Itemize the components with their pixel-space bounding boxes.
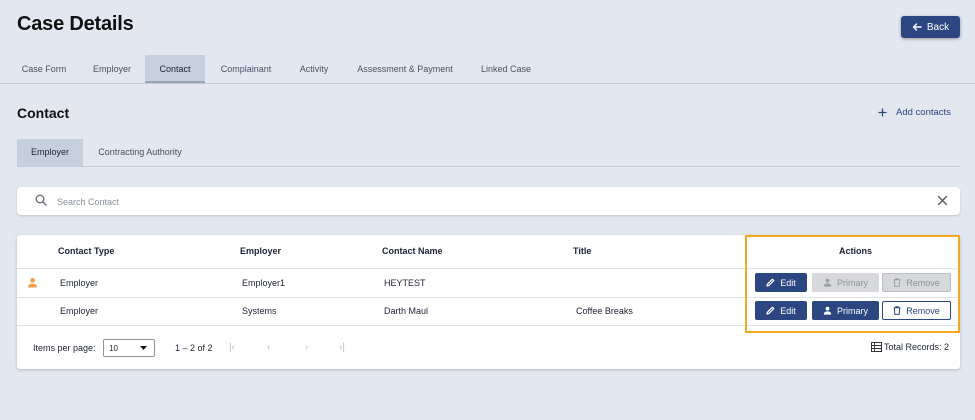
trash-icon — [893, 278, 901, 287]
back-button[interactable]: Back — [901, 16, 960, 38]
remove-button[interactable]: Remove — [882, 273, 951, 292]
search-bar — [17, 187, 960, 215]
row-divider — [17, 297, 960, 298]
search-icon — [35, 194, 47, 206]
primary-label: Primary — [837, 305, 868, 316]
remove-label: Remove — [906, 305, 940, 316]
row-divider — [17, 325, 960, 326]
page-title: Case Details — [17, 13, 134, 35]
contacts-table: Contact Type Employer Contact Name Title… — [17, 235, 960, 369]
subtab-contracting-authority[interactable]: Contracting Authority — [89, 139, 191, 166]
cell-contact-name: Darth Maul — [384, 306, 429, 316]
total-records: Total Records: 2 — [871, 342, 949, 352]
header-divider — [17, 268, 960, 269]
remove-button[interactable]: Remove — [882, 301, 951, 320]
tab-case-form[interactable]: Case Form — [13, 55, 75, 83]
first-page-icon[interactable]: |‹ — [229, 342, 235, 353]
items-per-page-value: 10 — [109, 344, 118, 353]
subtab-employer[interactable]: Employer — [17, 139, 83, 166]
primary-contact-person-icon — [28, 277, 37, 288]
primary-label: Primary — [837, 277, 868, 288]
cell-employer: Employer1 — [242, 278, 286, 288]
previous-page-icon[interactable]: ‹ — [267, 342, 270, 353]
close-icon[interactable] — [937, 195, 948, 206]
cell-title: Coffee Breaks — [576, 306, 633, 316]
tab-complainant[interactable]: Complainant — [212, 55, 280, 83]
column-header-contact-type[interactable]: Contact Type — [58, 246, 114, 256]
pencil-icon — [766, 278, 775, 287]
cell-contact-type: Employer — [60, 278, 99, 288]
cell-contact-name: HEYTEST — [384, 278, 426, 288]
pencil-icon — [766, 306, 775, 315]
caret-down-icon — [140, 346, 147, 350]
column-header-contact-name[interactable]: Contact Name — [382, 246, 443, 256]
plus-icon — [878, 108, 887, 117]
search-input[interactable] — [55, 191, 909, 213]
cell-contact-type: Employer — [60, 306, 99, 316]
tab-activity[interactable]: Activity — [288, 55, 340, 83]
items-per-page-select[interactable]: 10 — [103, 339, 155, 357]
column-header-employer[interactable]: Employer — [240, 246, 281, 256]
set-primary-button[interactable]: Primary — [812, 273, 879, 292]
edit-label: Edit — [780, 277, 796, 288]
arrow-left-icon — [912, 23, 922, 31]
trash-icon — [893, 306, 901, 315]
column-header-title[interactable]: Title — [573, 246, 591, 256]
last-page-icon[interactable]: ›| — [339, 342, 345, 353]
tab-linked-case[interactable]: Linked Case — [472, 55, 540, 83]
page-range: 1 – 2 of 2 — [175, 343, 213, 353]
section-title: Contact — [17, 105, 70, 121]
set-primary-button[interactable]: Primary — [812, 301, 879, 320]
edit-button[interactable]: Edit — [755, 273, 807, 292]
tab-contact[interactable]: Contact — [145, 55, 205, 83]
remove-label: Remove — [906, 277, 940, 288]
cell-employer: Systems — [242, 306, 277, 316]
tab-employer[interactable]: Employer — [82, 55, 142, 83]
person-icon — [823, 278, 832, 287]
contact-sub-tab-bar: Employer Contracting Authority — [17, 139, 960, 167]
add-contacts-label: Add contacts — [896, 107, 951, 118]
back-label: Back — [926, 21, 950, 33]
person-icon — [823, 306, 832, 315]
next-page-icon[interactable]: › — [305, 342, 308, 353]
main-tab-bar: Case Form Employer Contact Complainant A… — [0, 55, 975, 84]
add-contacts-button[interactable]: Add contacts — [878, 107, 951, 118]
column-header-actions: Actions — [839, 246, 873, 256]
edit-button[interactable]: Edit — [755, 301, 807, 320]
tab-assessment-payment[interactable]: Assessment & Payment — [349, 55, 461, 83]
table-grid-icon — [871, 342, 882, 352]
edit-label: Edit — [780, 305, 796, 316]
items-per-page-label: Items per page: — [33, 343, 96, 353]
total-records-label: Total Records: 2 — [884, 342, 950, 352]
